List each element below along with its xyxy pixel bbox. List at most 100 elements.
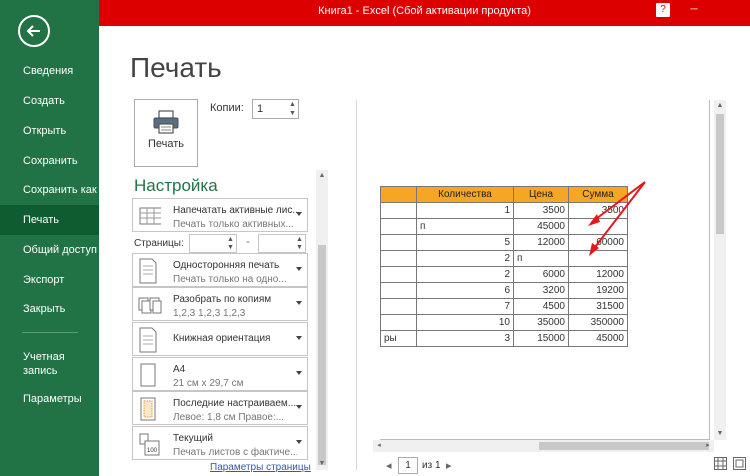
scrollbar-thumb[interactable] [318,245,326,465]
nav-item-export[interactable]: Экспорт [0,265,99,295]
nav-item-new[interactable]: Создать [0,86,99,116]
pages-from-input[interactable]: ▲ ▼ [189,234,237,253]
table-row: 10 35000 350000 [380,314,628,331]
table-cell: 12000 [513,234,569,251]
table-cell: 2 [416,250,514,267]
copies-value: 1 [257,103,264,115]
page-number-input[interactable]: 1 [398,457,418,474]
nav-item-open[interactable]: Открыть [0,116,99,146]
window-title: Книга1 - Excel (Сбой активации продукта) [318,5,531,17]
scroll-down-icon[interactable]: ▼ [318,460,326,468]
print-what-desc: Печать только активных... [173,219,294,230]
table-cell: 4500 [513,298,569,315]
nav-divider [22,332,78,333]
copies-stepper[interactable]: 1 ▲ ▼ [252,99,299,119]
preview-horizontal-scrollbar[interactable]: ◂ ▸ [373,440,714,452]
table-cell [568,218,628,235]
next-page-icon[interactable]: ▸ [446,459,452,472]
table-header: Цена [513,186,569,203]
scaling-dropdown[interactable]: 100 Текущий Печать листов с фактиче... [132,426,308,460]
nav-item-account[interactable]: Учетная запись [0,348,80,382]
paper-size-value: А4 [173,364,186,375]
scrollbar-thumb[interactable] [539,442,709,450]
zoom-to-page-icon[interactable] [733,457,746,470]
nav-item-print[interactable]: Печать [0,205,99,235]
collate-dropdown[interactable]: Разобрать по копиям 1,2,3 1,2,3 1,2,3 [132,287,308,321]
spin-down-icon[interactable]: ▼ [295,244,304,252]
pages-dash: - [246,236,250,248]
spin-up-icon[interactable]: ▲ [226,236,235,244]
scaling-icon: 100 [139,433,160,456]
table-header: Сумма [568,186,628,203]
sides-dropdown[interactable]: Односторонняя печать Печать только на од… [132,253,308,287]
panel-divider [356,100,357,470]
scrollbar-thumb[interactable] [716,114,724,234]
nav-item-close[interactable]: Закрыть [0,294,99,324]
nav-item-save-as[interactable]: Сохранить как [0,175,99,205]
table-cell: п [513,250,569,267]
sheet-grid-icon [139,207,161,225]
margins-value: Последние настраиваем... [173,398,297,409]
table-cell: 2 [416,266,514,283]
table-header-row: Количества Цена Сумма [380,186,628,203]
table-cell [380,250,417,267]
table-cell [380,218,417,235]
nav-item-save[interactable]: Сохранить [0,146,99,176]
table-cell [380,266,417,283]
table-cell: 19200 [568,282,628,299]
table-cell: 60000 [568,234,628,251]
back-arrow-icon[interactable] [18,15,50,47]
margins-dropdown[interactable]: Последние настраиваем... Левое: 1,8 см П… [132,391,308,425]
sides-desc: Печать только на одно... [173,274,287,285]
single-page-icon [139,258,157,284]
svg-text:100: 100 [147,448,158,454]
table-row: 7 4500 31500 [380,298,628,315]
orientation-dropdown[interactable]: Книжная ориентация [132,322,308,356]
chevron-down-icon [296,405,302,409]
preview-table: Количества Цена Сумма 1 3500 3500 п 45000 5… [380,186,628,347]
print-what-dropdown[interactable]: Напечатать активные лис... Печать только… [132,198,308,232]
spin-down-icon[interactable]: ▼ [288,110,297,118]
scroll-up-icon[interactable]: ▲ [318,172,326,180]
paper-size-desc: 21 см x 29,7 см [173,378,244,389]
table-cell: 1 [416,202,514,219]
minimize-button[interactable]: ─ [687,3,701,17]
collate-icon [138,297,162,314]
table-cell: 45000 [513,218,569,235]
settings-scrollbar[interactable]: ▲ ▼ [316,170,328,470]
collate-desc: 1,2,3 1,2,3 1,2,3 [173,308,246,319]
scroll-left-icon[interactable]: ◂ [375,442,383,450]
scroll-up-icon[interactable]: ▲ [716,102,724,110]
chevron-down-icon [296,371,302,375]
table-cell: 15000 [513,330,569,347]
scroll-right-icon[interactable]: ▸ [704,442,712,450]
table-cell: 7 [416,298,514,315]
table-cell [380,282,417,299]
scroll-down-icon[interactable]: ▼ [716,430,724,438]
spin-up-icon[interactable]: ▲ [295,236,304,244]
paper-size-dropdown[interactable]: А4 21 см x 29,7 см [132,357,308,391]
nav-item-share[interactable]: Общий доступ [0,235,99,265]
help-button[interactable]: ? [656,3,670,17]
page-setup-link[interactable]: Параметры страницы [210,462,311,473]
chevron-down-icon [296,336,302,340]
preview-vertical-scrollbar[interactable]: ▲ ▼ [714,100,726,440]
copies-label: Копии: [210,102,244,114]
nav-item-info[interactable]: Сведения [0,56,99,86]
pages-to-input[interactable]: ▲ ▼ [258,234,306,253]
table-cell: 12000 [568,266,628,283]
print-button[interactable]: Печать [134,99,198,167]
spin-up-icon[interactable]: ▲ [288,101,297,109]
table-row: 6 3200 19200 [380,282,628,299]
nav-item-options[interactable]: Параметры [0,384,99,414]
table-cell: 3500 [568,202,628,219]
title-bar: Книга1 - Excel (Сбой активации продукта)… [99,0,750,26]
show-margins-icon[interactable] [714,457,727,470]
table-cell: 10 [416,314,514,331]
spin-down-icon[interactable]: ▼ [226,244,235,252]
scaling-desc: Печать листов с фактиче... [173,447,297,458]
table-cell [568,250,628,267]
previous-page-icon[interactable]: ◂ [386,459,392,472]
table-row: ры 3 15000 45000 [380,330,628,347]
table-cell [380,202,417,219]
